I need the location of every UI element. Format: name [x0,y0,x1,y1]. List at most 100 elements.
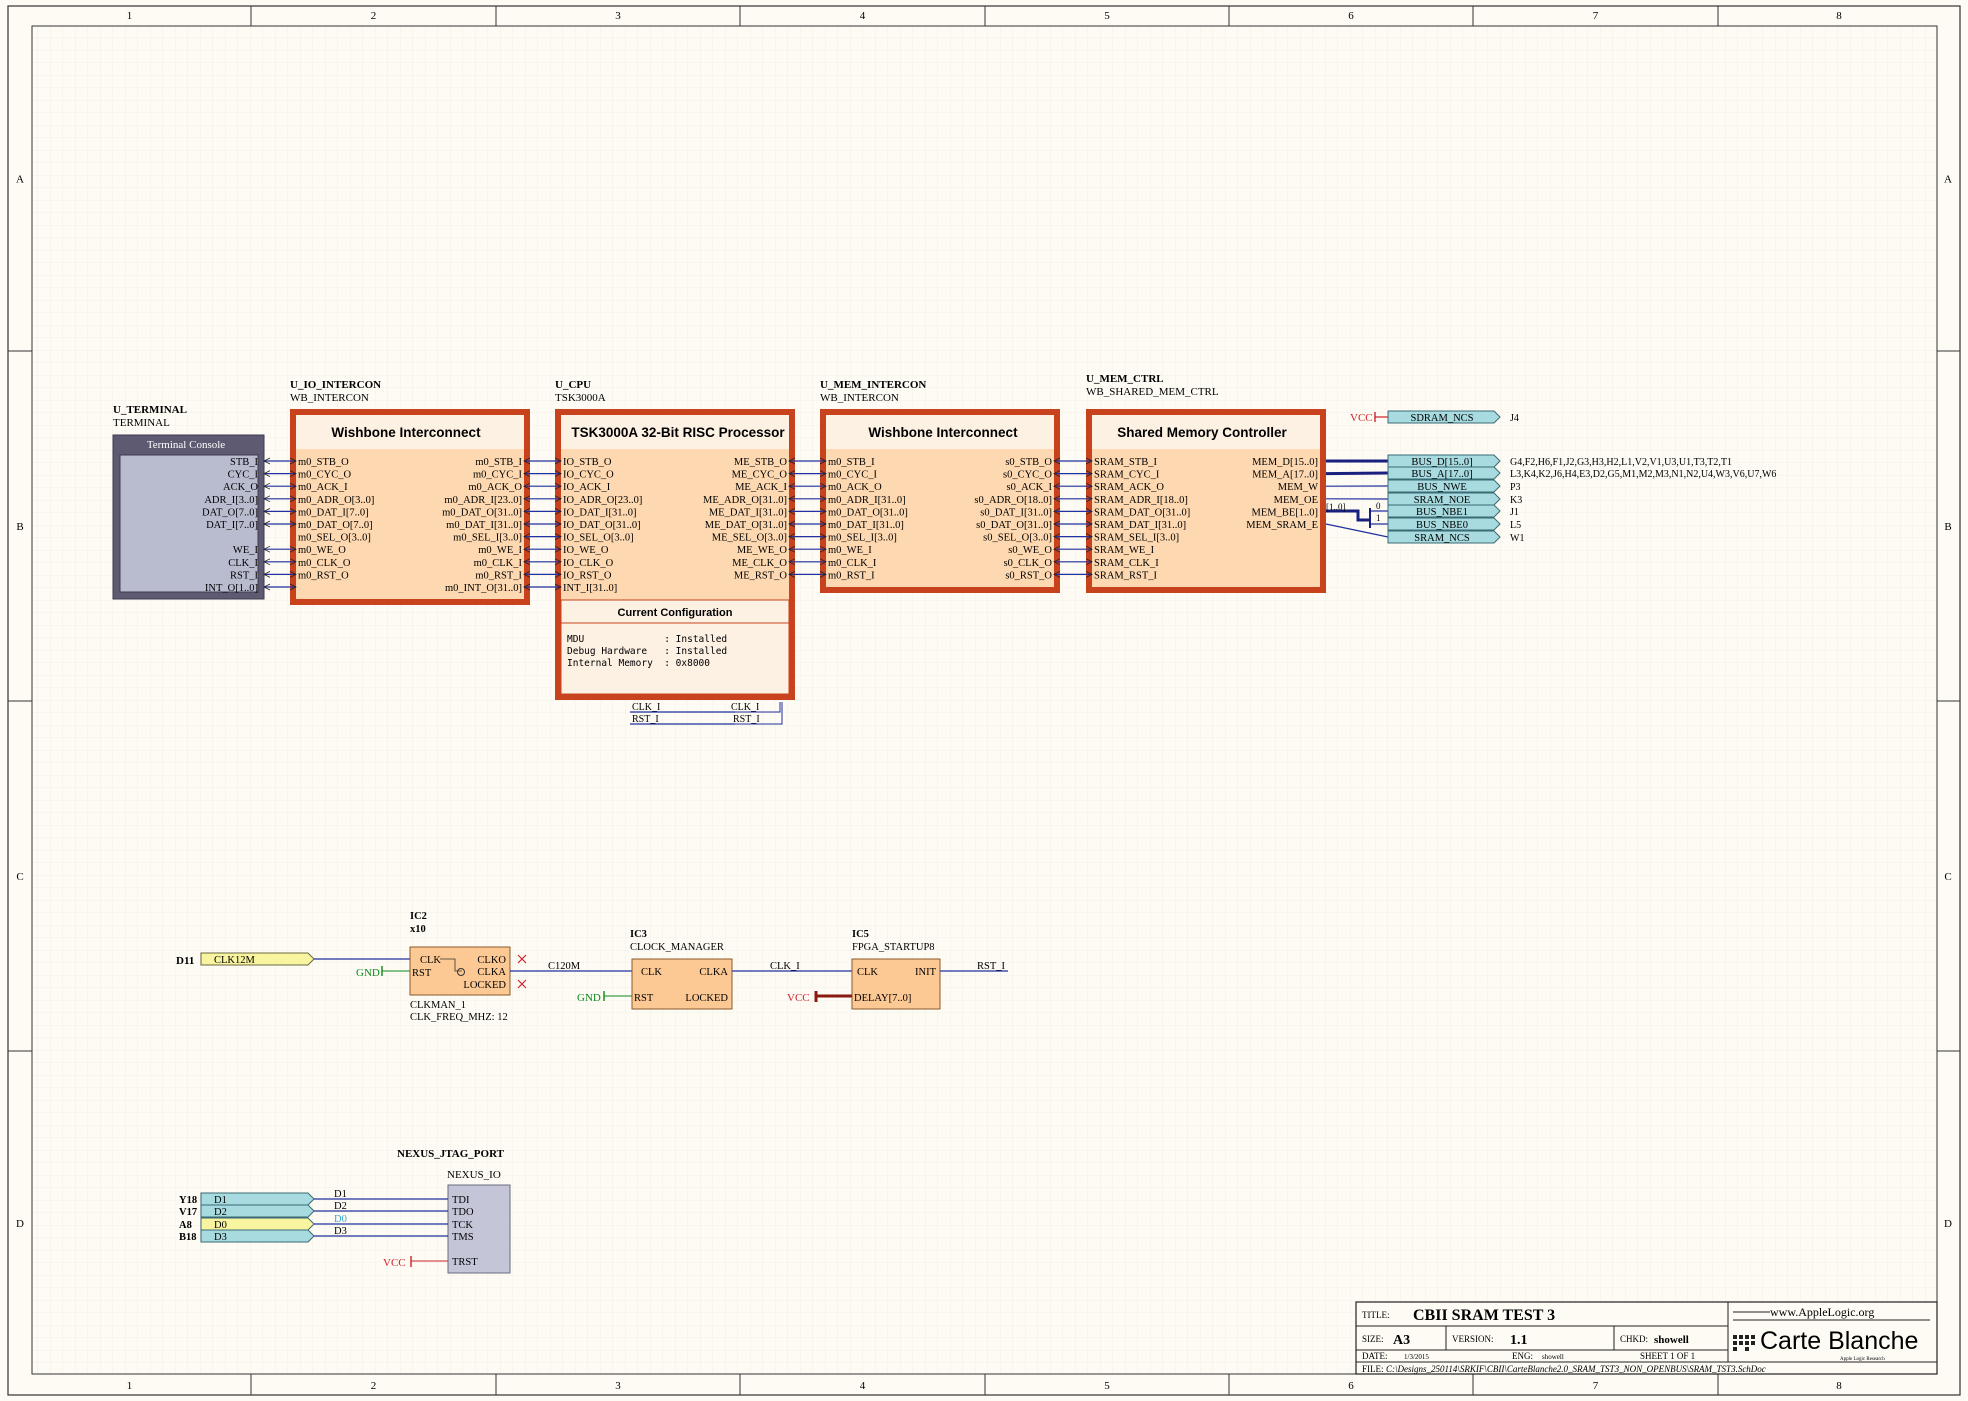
terminal-designator: U_TERMINAL [113,404,187,416]
pin-label: s0_CLK_O [1004,558,1053,569]
column-label: 3 [615,1380,621,1392]
svg-text:CHKD:: CHKD: [1620,1334,1648,1344]
pin-label: TRST [452,1257,478,1268]
pin-label: m0_ADR_O[3..0] [298,495,374,506]
port-name: BUS_A[17..0] [1411,469,1472,480]
port-pins: J1 [1510,507,1519,518]
pin-label: SRAM_DAT_O[31..0] [1094,507,1190,518]
pin-label: m0_DAT_I[31..0] [446,520,522,531]
svg-text:CLKA: CLKA [699,967,728,978]
port-pins: P3 [1510,482,1521,493]
ic3-type: CLOCK_MANAGER [630,942,724,953]
pin-label: IO_RST_O [563,570,612,581]
column-label: 8 [1836,10,1842,22]
pin-label: m0_WE_I [828,545,872,556]
pin-label: MEM_A[17..0] [1252,470,1318,481]
pin-label: MEM_OE [1274,495,1318,506]
cpu-net-label: RST_I [632,714,659,725]
svg-text:RST: RST [634,993,654,1004]
pin-label: ME_ACK_I [735,482,787,493]
pin-label: ME_DAT_O[31..0] [705,520,787,531]
pin-label: IO_STB_O [563,457,612,468]
pin-label: s0_STB_O [1005,457,1052,468]
svg-text:CLK_I: CLK_I [770,961,800,972]
pin-label: SRAM_SEL_I[3..0] [1094,533,1179,544]
sheet-title: CBII SRAM TEST 3 [1413,1307,1555,1324]
column-label: 5 [1104,1380,1110,1392]
pin-label: m0_ACK_O [468,482,522,493]
svg-text:VERSION:: VERSION: [1452,1334,1494,1344]
io-intercon-type: WB_INTERCON [290,392,369,404]
port-2[interactable]: BUS_A[17..0] L3,K4,K2,J6,H4,E3,D2,G5,M1,M… [1387,466,1776,480]
grid-area [32,26,1937,1374]
pin-label: m0_ACK_I [298,482,348,493]
row-label: D [16,1218,24,1230]
vcc-label: VCC [383,1257,406,1269]
pin-label: SRAM_RST_I [1094,570,1158,581]
pin-label: ACK_O [223,482,258,493]
cpu-designator: U_CPU [555,379,591,391]
port-pins: W1 [1510,533,1524,544]
pin-label: m0_CLK_I [474,558,523,569]
terminal-title: Terminal Console [147,439,225,451]
cpu-type: TSK3000A [555,392,606,404]
pin-label: s0_ACK_I [1006,482,1052,493]
svg-text:CLK: CLK [420,955,441,966]
logo-name: Carte Blanche [1760,1327,1918,1355]
pin-label: IO_SEL_O[3..0] [563,533,634,544]
svg-text:1.1: 1.1 [1510,1333,1528,1348]
pin-label: IO_CYC_O [563,470,614,481]
pin-label: SRAM_DAT_I[31..0] [1094,520,1186,531]
pin-label: m0_RST_I [828,570,875,581]
svg-text:CLKMAN_1: CLKMAN_1 [410,1000,466,1011]
pin-label: m0_DAT_O[31..0] [828,507,908,518]
pin-label: s0_WE_O [1008,545,1052,556]
ic2-designator: IC2 [410,911,427,922]
pin-label: m0_CLK_I [828,558,877,569]
pin-label: DAT_I[7..0] [206,520,258,531]
port-1[interactable]: BUS_D[15..0] G4,F2,H6,F1,J2,G3,H3,H2,L1,V… [1387,454,1732,468]
cpu-title: TSK3000A 32-Bit RISC Processor [571,425,785,440]
svg-text:SIZE:: SIZE: [1362,1334,1384,1344]
jtag-port-pin: A8 [179,1220,192,1231]
schematic-canvas: 1 1 2 2 3 3 4 4 5 5 6 6 7 7 8 8 A A B B C C D D U_TERMINAL TERM… [0,0,1968,1401]
pin-label: CYC_I [228,470,259,481]
cpu-net-label: RST_I [733,714,760,725]
svg-text:1/3/2015: 1/3/2015 [1404,1353,1429,1361]
svg-text:TITLE:: TITLE: [1362,1310,1390,1320]
column-label: 3 [615,10,621,22]
port-name: SRAM_NCS [1414,533,1470,544]
pin-label: STB_I [230,457,259,468]
pin-label: SRAM_CYC_I [1094,470,1160,481]
pin-label: m0_ADR_I[23..0] [444,495,522,506]
cpu-config-line: MDU : Installed [567,634,727,645]
svg-text:A3: A3 [1393,1333,1410,1348]
mem-intercon-title: Wishbone Interconnect [868,425,1018,440]
jtag-net-label: D2 [334,1201,347,1212]
pin-label: TMS [452,1232,474,1243]
jtag-port-name: D1 [214,1195,227,1206]
row-label: D [1944,1218,1952,1230]
column-label: 1 [127,10,133,22]
svg-text:DATE:: DATE: [1362,1351,1388,1361]
pin-label: m0_WE_I [478,545,522,556]
ic5-type: FPGA_STARTUP8 [852,942,935,953]
pin-label: ME_CYC_O [732,470,788,481]
mem-ctrl-title: Shared Memory Controller [1117,425,1287,440]
pin-label: ADR_I[3..0] [204,495,258,506]
port-name: BUS_NBE1 [1416,507,1468,518]
svg-text:RST_I: RST_I [977,961,1006,972]
jtag-port-name: D0 [214,1220,227,1231]
pin-label: SRAM_STB_I [1094,457,1158,468]
column-label: 2 [371,1380,377,1392]
port-pins: L5 [1510,520,1521,531]
jtag-port-pin: V17 [179,1207,197,1218]
pin-label: m0_DAT_O[7..0] [298,520,373,531]
vcc-label: VCC [787,992,810,1004]
svg-text:CLKA: CLKA [477,967,506,978]
pin-label: s0_CYC_O [1003,470,1052,481]
svg-text:0: 0 [1376,501,1381,511]
column-label: 4 [860,1380,866,1392]
pin-label: m0_WE_O [298,545,346,556]
pin-label: IO_ADR_O[23..0] [563,495,642,506]
